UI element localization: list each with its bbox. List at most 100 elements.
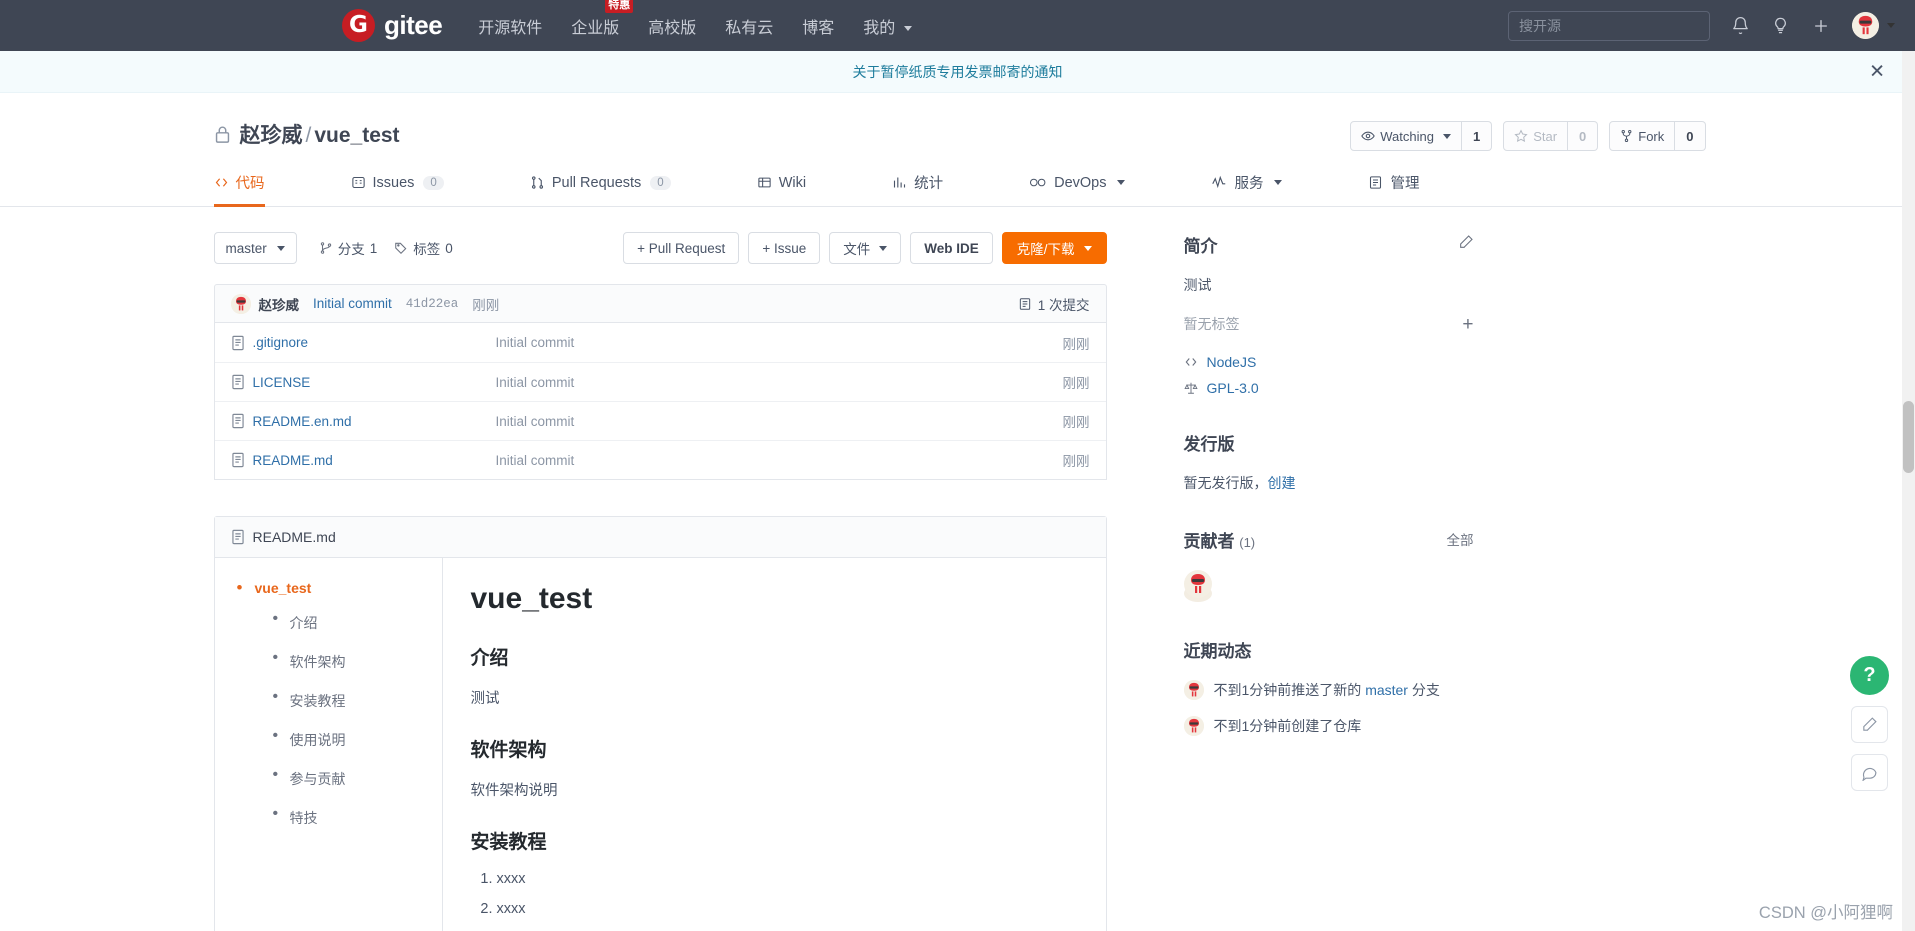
toc-link-install[interactable]: 安装教程: [290, 693, 346, 709]
list-item[interactable]: 介绍: [273, 610, 442, 633]
file-icon: [231, 374, 244, 390]
contributors-label: 贡献者: [1183, 532, 1235, 551]
chat-button[interactable]: [1851, 754, 1888, 791]
watch-button[interactable]: Watching: [1350, 121, 1462, 151]
star-count[interactable]: 0: [1568, 121, 1599, 151]
toc-link-tricks[interactable]: 特技: [290, 810, 318, 826]
no-tags-label: 暂无标签: [1183, 316, 1240, 332]
plus-icon[interactable]: [1811, 16, 1831, 36]
fork-button-group: Fork 0: [1609, 121, 1706, 151]
branch-name: master: [225, 240, 267, 256]
nav-link-enterprise[interactable]: 企业版 特惠: [571, 0, 634, 38]
repo-name-link[interactable]: vue_test: [314, 124, 399, 147]
repo-owner-link[interactable]: 赵珍威: [240, 124, 303, 147]
notice-link[interactable]: 关于暂停纸质专用发票邮寄的通知: [853, 62, 1063, 82]
fork-count[interactable]: 0: [1675, 121, 1706, 151]
new-issue-button[interactable]: + Issue: [748, 232, 821, 264]
gitee-logo[interactable]: G gitee: [342, 9, 443, 42]
readme-filename: README.md: [252, 529, 336, 545]
lightbulb-icon[interactable]: [1771, 16, 1790, 35]
create-release-link[interactable]: 创建: [1268, 475, 1296, 491]
tab-code[interactable]: 代码: [213, 172, 265, 207]
tags-link[interactable]: 标签 0: [394, 238, 453, 258]
toc-link-architecture[interactable]: 软件架构: [290, 654, 346, 670]
commit-message[interactable]: Initial commit: [313, 296, 392, 311]
table-row[interactable]: README.en.md Initial commit 刚刚: [214, 401, 1106, 440]
watch-label: Watching: [1380, 128, 1434, 144]
list-item[interactable]: 软件架构: [273, 649, 442, 672]
files-label: 文件: [843, 242, 871, 257]
list-item: 不到1分钟前创建了仓库: [1183, 716, 1474, 736]
tag-icon: [395, 242, 407, 254]
tab-devops[interactable]: DevOps: [1029, 172, 1126, 207]
help-button[interactable]: ?: [1850, 656, 1889, 695]
clone-download-button[interactable]: 克隆/下载: [1001, 232, 1107, 264]
nav-link-mine[interactable]: 我的: [863, 14, 912, 38]
list-item[interactable]: 参与贡献: [273, 766, 442, 789]
code-icon: [215, 178, 227, 187]
plus-icon[interactable]: +: [1462, 315, 1473, 334]
user-avatar-menu[interactable]: [1852, 12, 1895, 39]
nav-label: 高校版: [648, 19, 697, 37]
file-link[interactable]: .gitignore: [231, 335, 496, 351]
close-icon[interactable]: ✕: [1869, 62, 1885, 81]
branches-link[interactable]: 分支 1: [319, 238, 377, 258]
nav-link-privatecloud[interactable]: 私有云: [725, 14, 773, 38]
table-row[interactable]: LICENSE Initial commit 刚刚: [214, 362, 1106, 401]
nav-link-blog[interactable]: 博客: [802, 14, 834, 38]
top-nav-right: [1508, 10, 1895, 41]
scrollbar-track[interactable]: [1902, 51, 1915, 931]
avatar: [1852, 12, 1879, 39]
activity-branch-link[interactable]: master: [1365, 682, 1408, 698]
nav-link-opensource[interactable]: 开源软件: [478, 14, 542, 38]
file-link[interactable]: LICENSE: [231, 374, 496, 390]
file-link[interactable]: README.md: [231, 452, 496, 468]
nav-link-education[interactable]: 高校版: [648, 14, 696, 38]
star-icon: [1514, 129, 1528, 143]
star-button[interactable]: Star: [1503, 121, 1569, 151]
search-input[interactable]: [1508, 10, 1710, 41]
toc-link-contribute[interactable]: 参与贡献: [290, 771, 346, 787]
floating-action-buttons: ?: [1850, 656, 1889, 791]
commit-author[interactable]: 赵珍威: [259, 294, 300, 314]
tab-manage[interactable]: 管理: [1368, 172, 1419, 207]
new-pull-request-button[interactable]: + Pull Request: [623, 232, 740, 264]
tab-pull-requests[interactable]: Pull Requests 0: [530, 172, 671, 207]
commit-sha[interactable]: 41d22ea: [406, 297, 459, 311]
latest-commit-bar: 赵珍威 Initial commit 41d22ea 刚刚 1 次提交: [213, 284, 1107, 323]
feedback-button[interactable]: [1851, 706, 1888, 743]
file-link[interactable]: README.en.md: [231, 413, 496, 429]
contributors-section: 贡献者 (1) 全部: [1183, 527, 1474, 603]
table-row[interactable]: README.md Initial commit 刚刚: [214, 440, 1106, 479]
contributors-all-link[interactable]: 全部: [1447, 529, 1474, 549]
tab-count: 0: [423, 175, 444, 190]
language-link[interactable]: NodeJS: [1207, 354, 1257, 370]
branch-selector[interactable]: master: [213, 232, 297, 264]
tab-count: 0: [650, 175, 671, 190]
scrollbar-thumb[interactable]: [1903, 401, 1914, 473]
list-item[interactable]: 特技: [273, 805, 442, 828]
chevron-down-icon: [276, 245, 285, 251]
tab-services[interactable]: 服务: [1211, 172, 1283, 207]
list-item[interactable]: 安装教程: [273, 688, 442, 711]
tab-issues[interactable]: Issues 0: [351, 172, 444, 207]
toc-link-usage[interactable]: 使用说明: [290, 732, 346, 748]
edit-icon[interactable]: [1458, 234, 1474, 253]
table-row[interactable]: .gitignore Initial commit 刚刚: [215, 323, 1106, 362]
toc-link-root[interactable]: vue_test: [255, 580, 312, 596]
commits-count-link[interactable]: 1 次提交: [1018, 294, 1090, 314]
fork-button[interactable]: Fork: [1609, 121, 1676, 151]
avatar[interactable]: [1183, 570, 1212, 602]
tab-wiki[interactable]: Wiki: [757, 172, 806, 207]
code-icon: [1185, 358, 1196, 366]
toc-link-intro[interactable]: 介绍: [290, 615, 318, 631]
tab-label: 服务: [1234, 176, 1264, 192]
tab-statistics[interactable]: 统计: [892, 172, 943, 207]
list-item[interactable]: 使用说明: [273, 727, 442, 750]
license-link[interactable]: GPL-3.0: [1207, 380, 1259, 396]
contributors-title: 贡献者 (1): [1184, 527, 1474, 552]
watch-count[interactable]: 1: [1461, 121, 1493, 151]
bell-icon[interactable]: [1731, 16, 1750, 35]
web-ide-button[interactable]: Web IDE: [910, 232, 993, 264]
files-dropdown-button[interactable]: 文件: [829, 232, 902, 264]
